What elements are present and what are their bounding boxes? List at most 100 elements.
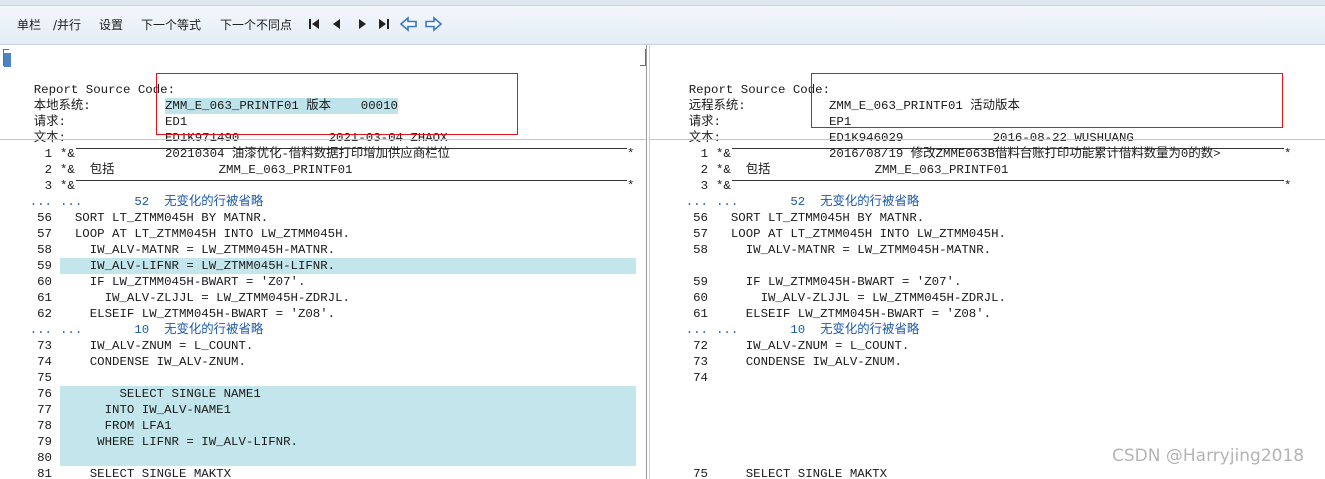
left-report-line: Report Source Code: ZMM_E_063_PRINTF01 版… [4,66,398,114]
right-code-row: 72 IW_ALV-ZNUM = L_COUNT. [650,338,1325,354]
left-code-row: 1 *& * [0,146,646,162]
code-text: SELECT SINGLE MAKTX [716,467,888,479]
right-text-line: 文本: 2016/08/19 修改ZMME063B借料台账打印功能累计借料数量为… [659,114,1221,161]
right-code-row: 60 IW_ALV-ZLJJL = LW_ZTMM045H-ZDRJL. [650,290,1325,306]
code-text: LOOP AT LT_ZTMM045H INTO LW_ZTMM045H. [716,227,1006,241]
last-page-icon[interactable] [377,15,393,33]
code-text: SORT LT_ZTMM045H BY MATNR. [716,211,925,225]
arrow-left-icon[interactable] [400,15,417,33]
line-number: ... [685,323,708,337]
toolbar-top-strip [0,0,1325,6]
left-code-row: 61 IW_ALV-ZLJJL = LW_ZTMM045H-ZDRJL. [0,290,646,306]
right-code-row: 75 SELECT SINGLE MAKTX [650,466,1325,479]
line-number: 59 [693,275,708,289]
left-code-row: 81 SELECT SINGLE MAKTX [0,466,646,479]
left-code-row: ... ... 10 无变化的行被省略 [0,322,646,338]
code-text: IW_ALV-ZNUM = L_COUNT. [716,339,910,353]
line-number: 60 [693,291,708,305]
line-number: 56 [693,211,708,225]
code-text: WHERE LIFNR = IW_ALV-LIFNR. [60,435,298,449]
right-code-row: ... ... 10 无变化的行被省略 [650,322,1325,338]
line-number: 77 [37,403,52,417]
line-number: 61 [37,291,52,305]
line-number: 78 [37,419,52,433]
line-number: 76 [37,387,52,401]
code-text: IW_ALV-LIFNR = LW_ZTMM045H-LIFNR. [60,259,336,273]
right-text-label: 文本: [688,131,721,145]
left-code-row: 80 [37,450,636,466]
left-code-row: 76 SELECT SINGLE NAME1 [37,386,636,402]
code-text: ELSEIF LW_ZTMM045H-BWART = 'Z08'. [716,307,992,321]
right-annotation-box [811,73,1283,128]
omitted-lines-note: ... 10 无变化的行被省略 [60,323,264,337]
line-number: 2 [700,163,708,177]
right-pane: Report Source Code: ZMM_E_063_PRINTF01 活… [650,45,1325,479]
right-report-line: Report Source Code: ZMM_E_063_PRINTF01 活… [659,66,1020,114]
right-code-row: 59 IF LW_ZTMM045H-BWART = 'Z07'. [650,274,1325,290]
right-code-row: 56 SORT LT_ZTMM045H BY MATNR. [650,210,1325,226]
comment-star: * [1284,179,1292,193]
right-code-row: 57 LOOP AT LT_ZTMM045H INTO LW_ZTMM045H. [650,226,1325,242]
line-number: 57 [693,227,708,241]
left-code-row: 57 LOOP AT LT_ZTMM045H INTO LW_ZTMM045H. [0,226,646,242]
line-number: 60 [37,275,52,289]
code-text: IW_ALV-MATNR = LW_ZTMM045H-MATNR. [60,243,336,257]
left-code-row: 62 ELSEIF LW_ZTMM045H-BWART = 'Z08'. [0,306,646,322]
omitted-lines-note: ... 10 无变化的行被省略 [716,323,920,337]
code-text: IF LW_ZTMM045H-BWART = 'Z07'. [60,275,306,289]
omitted-lines-note: ... 52 无变化的行被省略 [716,195,920,209]
code-text: SELECT SINGLE NAME1 [60,387,261,401]
single-column-button[interactable]: 单栏 [17,17,41,33]
line-number: ... [685,195,708,209]
line-number: 73 [37,339,52,353]
parallel-button[interactable]: /并行 [53,17,81,33]
first-page-icon[interactable] [307,15,323,33]
code-text: *& [60,147,75,161]
line-number: 59 [37,259,52,273]
code-text: IW_ALV-ZLJJL = LW_ZTMM045H-ZDRJL. [716,291,1006,305]
code-text: CONDENSE IW_ALV-ZNUM. [60,355,246,369]
line-number: 79 [37,435,52,449]
settings-button[interactable]: 设置 [99,17,123,33]
left-code-row: 73 IW_ALV-ZNUM = L_COUNT. [0,338,646,354]
right-code-row [650,258,1325,274]
code-text: *& [60,179,75,193]
right-request-line: 请求: ED1K946029 2016-08-22 WUSHUANG [659,98,1134,145]
code-text: IW_ALV-ZNUM = L_COUNT. [60,339,254,353]
left-code-row: 3 *& * [0,178,646,194]
right-code-row: 1 *& * [650,146,1325,162]
line-number: 3 [44,179,52,193]
right-system-line: 远程系统: EP1 [659,82,852,129]
line-number: ... [29,323,52,337]
left-code-row: 79 WHERE LIFNR = IW_ALV-LIFNR. [37,434,636,450]
line-number: 3 [700,179,708,193]
right-code-row: 2 *& 包括 ZMM_E_063_PRINTF01 [650,162,1325,178]
code-text: *& [716,179,731,193]
code-text: CONDENSE IW_ALV-ZNUM. [716,355,902,369]
left-text-label: 文本: [33,131,66,145]
next-page-icon[interactable] [355,15,371,33]
left-system-line: 本地系统: ED1 [4,82,188,129]
right-code-row: 61 ELSEIF LW_ZTMM045H-BWART = 'Z08'. [650,306,1325,322]
line-number: 75 [37,371,52,385]
line-number: 1 [44,147,52,161]
right-code-row: 73 CONDENSE IW_ALV-ZNUM. [650,354,1325,370]
line-number: 57 [37,227,52,241]
toolbar: 单栏 /并行 设置 下一个等式 下一个不同点 [0,0,1325,45]
right-code-row: 3 *& * [650,178,1325,194]
left-code-row: 58 IW_ALV-MATNR = LW_ZTMM045H-MATNR. [0,242,646,258]
left-header-separator [0,139,646,140]
code-text: LOOP AT LT_ZTMM045H INTO LW_ZTMM045H. [60,227,350,241]
right-code-row: 58 IW_ALV-MATNR = LW_ZTMM045H-MATNR. [650,242,1325,258]
arrow-right-icon[interactable] [424,15,442,33]
next-difference-button[interactable]: 下一个不同点 [220,17,292,33]
comment-star: * [627,147,635,161]
previous-page-icon[interactable] [330,15,346,33]
comment-rule-line [732,148,1284,149]
comment-rule-line [76,148,627,149]
next-equal-button[interactable]: 下一个等式 [141,17,201,33]
code-text: SORT LT_ZTMM045H BY MATNR. [60,211,269,225]
code-text: *& 包括 ZMM_E_063_PRINTF01 [60,163,353,177]
left-code-row: ... ... 52 无变化的行被省略 [0,194,646,210]
comment-rule-line [732,180,1284,181]
